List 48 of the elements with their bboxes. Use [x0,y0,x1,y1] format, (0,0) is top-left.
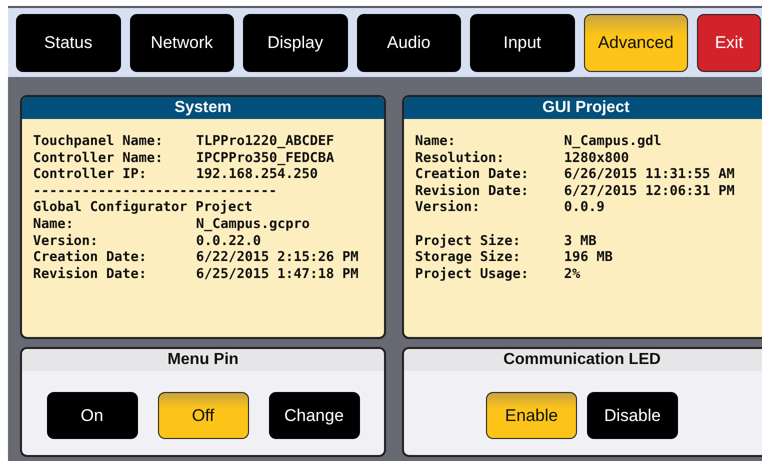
info-text: ------------------------------ [33,182,277,200]
field-value: 196 MB [564,249,613,266]
field-value: TLPPro1220_ABCDEF [196,133,334,150]
field-label: Version: [33,232,100,250]
panel-title: Menu Pin [22,349,384,371]
exit-button[interactable]: Exit [697,14,761,72]
field-label: Creation Date: [415,166,530,183]
tab[interactable]: Audio [356,14,461,72]
field-value: N_Campus.gdl [564,133,662,150]
field-label: Resolution: [415,150,506,166]
tab[interactable]: Input [470,14,574,72]
field-label: Storage Size: [415,249,522,266]
field-label: Controller Name: [33,150,164,166]
field-value: 6/27/2015 12:06:31 PM [564,182,735,200]
field-label: Revision Date: [33,266,148,282]
toggle-button[interactable]: On [46,392,138,439]
toggle-button[interactable]: Off [158,392,248,439]
tab[interactable]: Network [130,14,234,72]
field-value: N_Campus.gcpro [196,216,310,233]
info-text: Global Configurator Project [33,199,252,216]
field-value: 1280x800 [564,150,630,166]
panel-title: System [22,97,384,119]
field-label: Project Usage: [415,266,530,282]
toggle-button[interactable]: Enable [486,392,577,439]
field-label: Name: [415,133,457,150]
field-value: 6/26/2015 11:31:55 AM [564,166,735,183]
field-value: 6/25/2015 1:47:18 PM [196,266,359,282]
field-value: 3 MB [564,232,597,250]
field-value: 6/22/2015 2:15:26 PM [196,249,359,266]
tab[interactable]: Display [243,14,348,72]
field-value: IPCPPro350_FEDCBA [196,150,334,166]
field-label: Name: [33,216,75,233]
field-value: 2% [564,266,580,282]
field-value: 192.168.254.250 [196,166,318,183]
toggle-button[interactable]: Change [268,392,360,439]
field-value: 0.0.22.0 [196,232,262,250]
field-label: Controller IP: [33,166,148,183]
field-value: 0.0.9 [564,199,605,216]
panel-title: GUI Project [404,97,762,119]
field-label: Creation Date: [33,249,148,266]
field-label: Touchpanel Name: [33,133,164,150]
field-label: Version: [415,199,482,216]
tab[interactable]: Advanced [584,14,688,72]
panel-title: Communication LED [404,349,762,371]
field-label: Project Size: [415,232,522,250]
tab[interactable]: Status [16,14,120,72]
field-label: Revision Date: [415,182,530,200]
toggle-button[interactable]: Disable [587,392,678,439]
